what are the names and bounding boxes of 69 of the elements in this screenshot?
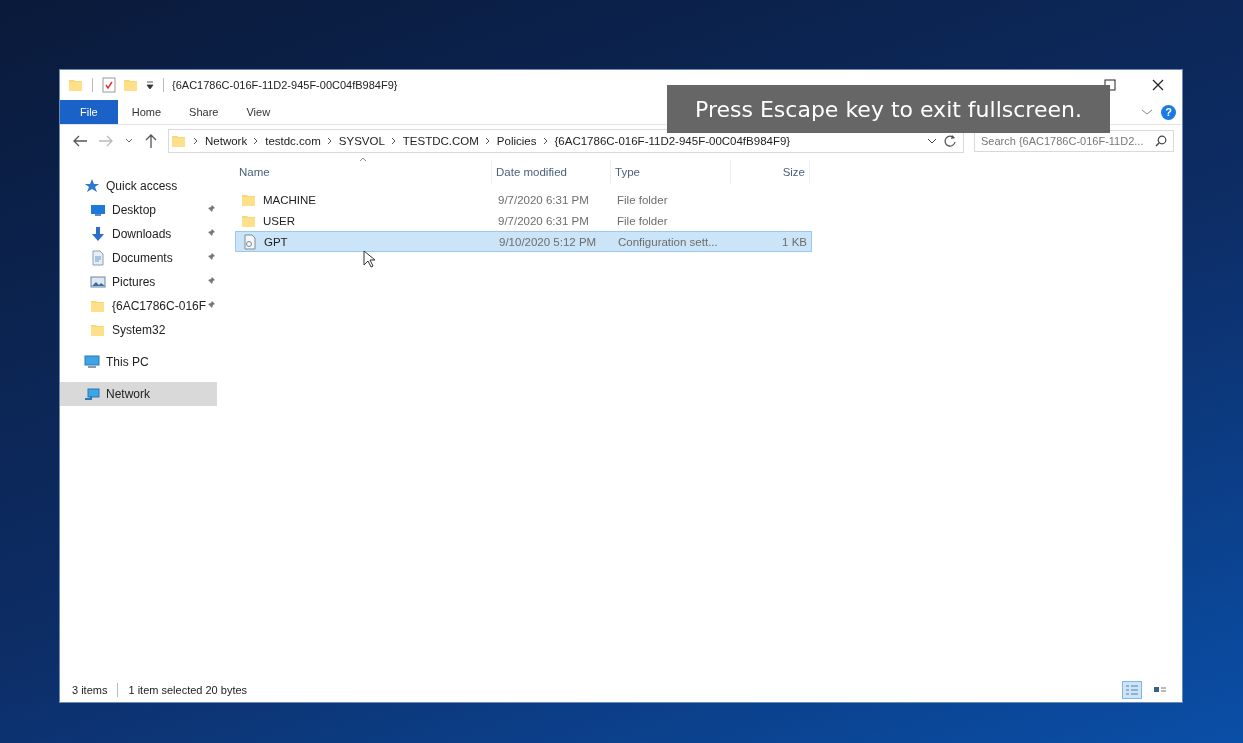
download-arrow-icon — [90, 226, 106, 242]
type-cell-text: File folder — [616, 193, 669, 206]
sort-caret-icon — [359, 157, 367, 162]
back-arrow-icon[interactable] — [72, 134, 88, 148]
item-count: 3 items — [72, 684, 108, 696]
desktop-icon — [90, 202, 106, 218]
breadcrumb-item[interactable]: Network — [205, 135, 248, 147]
computer-icon — [84, 354, 100, 370]
search-field[interactable]: Search {6AC1786C-016F-11D2... — [974, 130, 1174, 152]
folder-icon — [90, 298, 106, 314]
date-cell-text: 9/7/2020 6:31 PM — [497, 214, 590, 227]
ribbon-tab[interactable]: File — [60, 100, 118, 124]
chevron-right-icon — [193, 136, 199, 146]
file-row[interactable]: MACHINE 9/7/2020 6:31 PM File folder — [235, 189, 812, 210]
properties-icon[interactable] — [101, 77, 117, 93]
sidebar-item[interactable]: This PC — [60, 350, 217, 374]
breadcrumb-item[interactable]: {6AC1786C-016F-11D2-945F-00C04fB984F9} — [554, 135, 791, 147]
mouse-cursor-icon — [363, 250, 375, 268]
help-button[interactable]: ? — [1161, 104, 1176, 120]
chevron-right-icon — [484, 136, 491, 146]
file-name: MACHINE — [263, 193, 317, 206]
file-row[interactable]: USER 9/7/2020 6:31 PM File folder — [235, 210, 812, 231]
chevron-right-icon — [542, 136, 549, 146]
sidebar-item[interactable]: Downloads — [60, 222, 217, 246]
breadcrumb-item[interactable]: TESTDC.COM — [402, 135, 479, 147]
column-header[interactable]: Type — [611, 160, 731, 184]
chevron-right-icon — [390, 136, 397, 146]
breadcrumb-item[interactable]: Policies — [496, 135, 537, 147]
picture-icon — [90, 274, 106, 290]
sidebar-item[interactable]: Quick access — [60, 174, 217, 198]
date-cell-text: 9/7/2020 6:31 PM — [497, 193, 590, 206]
breadcrumb-item[interactable]: SYSVOL — [338, 135, 385, 147]
breadcrumb-item[interactable]: testdc.com — [265, 135, 321, 147]
star-icon — [84, 178, 100, 194]
sidebar-item[interactable]: System32 — [60, 318, 217, 342]
search-icon — [1155, 135, 1167, 147]
close-icon[interactable] — [1152, 79, 1164, 91]
window-title: {6AC1786C-016F-11D2-945F-00C04fB984F9} — [172, 79, 398, 91]
file-name: GPT — [264, 235, 288, 248]
file-name: USER — [263, 214, 295, 227]
details-list-icon — [1125, 684, 1139, 696]
folder-icon — [90, 322, 106, 338]
sidebar-item[interactable]: Desktop — [60, 198, 217, 222]
column-header[interactable]: Size — [731, 160, 810, 184]
sidebar-item[interactable]: Documents — [60, 246, 217, 270]
network-icon — [84, 386, 100, 402]
folder-icon — [171, 133, 187, 149]
type-cell-text: Configuration sett... — [617, 235, 719, 248]
chevron-right-icon — [253, 136, 260, 146]
ribbon-tab[interactable]: Home — [117, 100, 176, 124]
chevron-down-icon[interactable] — [927, 136, 937, 146]
up-arrow-icon[interactable] — [144, 133, 158, 149]
sidebar-item[interactable]: Network — [60, 382, 217, 406]
sidebar-item[interactable]: {6AC1786C-016F — [60, 294, 217, 318]
chevron-right-icon — [326, 136, 333, 146]
date-cell-text: 9/10/2020 5:12 PM — [498, 235, 598, 248]
file-row[interactable]: GPT 9/10/2020 5:12 PM Configuration sett... 1 KB — [235, 231, 812, 252]
column-header[interactable]: Name — [235, 160, 492, 184]
column-header[interactable]: Date modified — [492, 160, 611, 184]
fullscreen-notice: Press Escape key to exit fullscreen. — [667, 85, 1110, 133]
sidebar-item[interactable]: Pictures — [60, 270, 217, 294]
refresh-icon[interactable] — [943, 134, 957, 148]
ribbon-tab[interactable]: Share — [175, 100, 233, 124]
document-icon — [90, 250, 106, 266]
ribbon-tab[interactable]: View — [232, 100, 285, 124]
settings-file-icon — [242, 233, 258, 250]
size-cell: 1 KB — [782, 235, 807, 248]
type-cell-text: File folder — [616, 214, 669, 227]
selection-info: 1 item selected 20 bytes — [128, 684, 248, 696]
